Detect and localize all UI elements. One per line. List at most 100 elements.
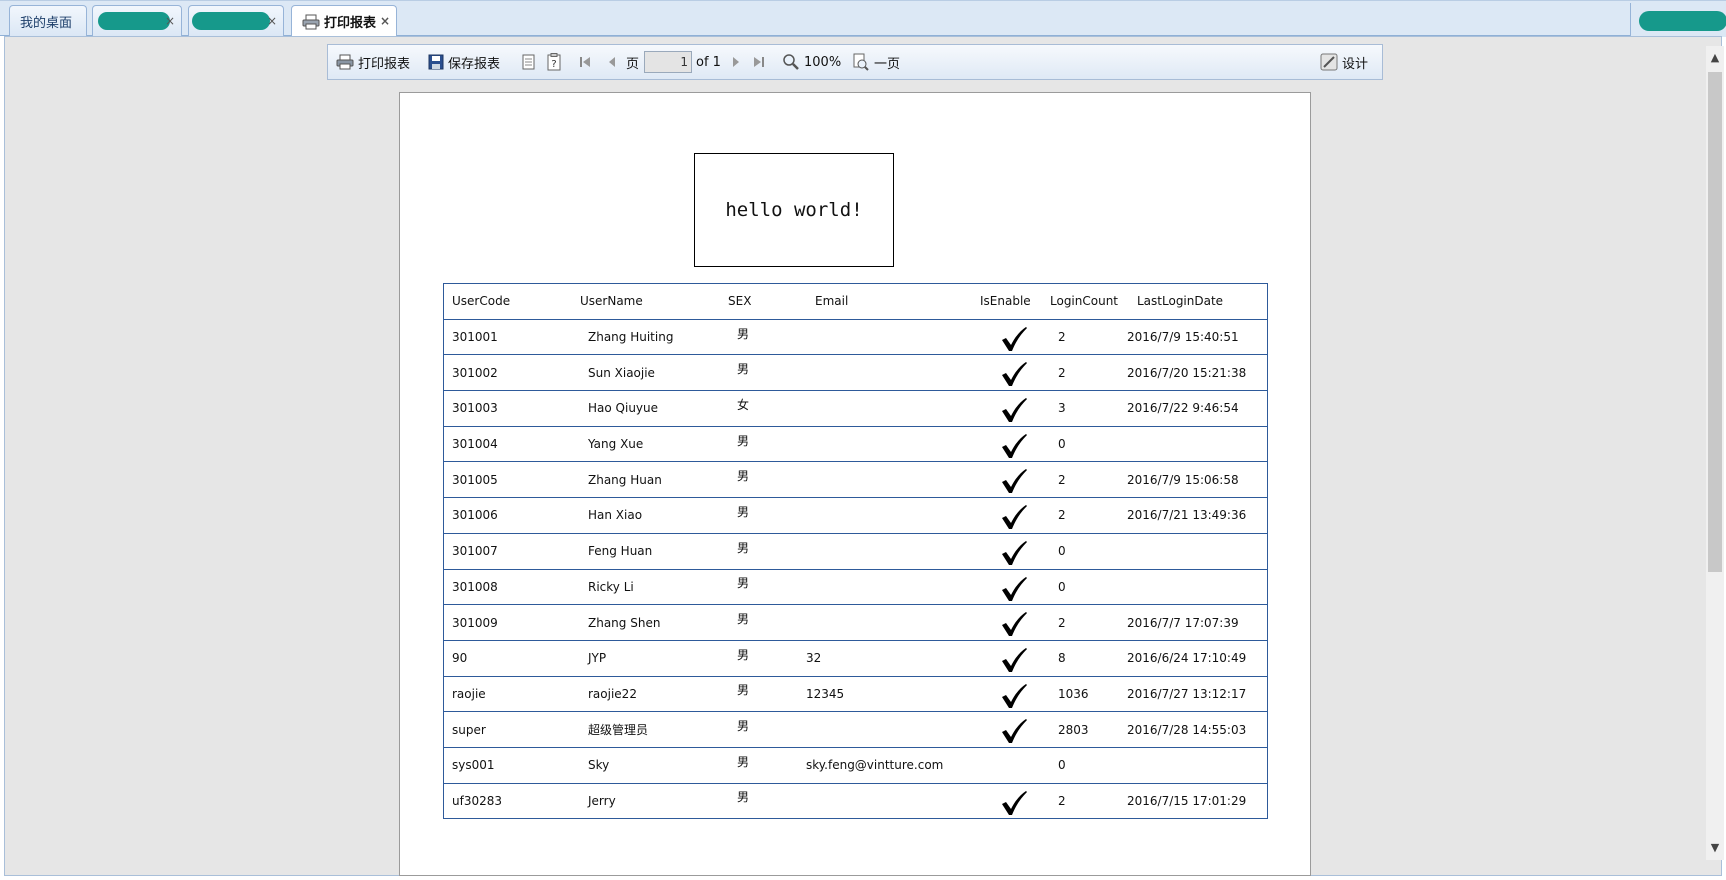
tab-redacted-2[interactable]: × (188, 5, 284, 36)
tab-print-report[interactable]: 打印报表 × (291, 5, 397, 37)
cell-sex: 男 (737, 683, 750, 698)
cell-sex: 男 (737, 469, 750, 484)
checkmark-icon (1002, 540, 1027, 565)
checkmark-icon (1002, 683, 1027, 708)
cell-sex: 男 (737, 540, 750, 555)
cell-user-code: 301002 (452, 365, 498, 380)
save-label: 保存报表 (448, 56, 501, 72)
cell-sex: 男 (737, 647, 750, 662)
table-row: 301007 Feng Huan 男 0 (444, 534, 1267, 570)
tab-label: 我的桌面 (20, 15, 73, 31)
magnifier-icon (783, 54, 799, 70)
cell-user-code: 301003 (452, 401, 498, 416)
cell-sex: 男 (737, 326, 750, 341)
redacted-label (192, 12, 270, 30)
close-icon[interactable]: × (380, 14, 390, 28)
cell-user-name: Zhang Shen (588, 615, 661, 630)
table-row: uf30283 Jerry 男 2 2016/7/15 17:01:29 (444, 784, 1267, 820)
page-setup-button[interactable] (520, 45, 540, 79)
cell-user-code: 90 (452, 651, 468, 666)
zoom-label: 100% (804, 54, 842, 70)
cell-user-name: Jerry (588, 793, 616, 808)
close-icon[interactable]: × (267, 14, 277, 28)
cell-sex: 女 (737, 397, 750, 412)
table-row: 301009 Zhang Shen 男 2 2016/7/7 17:07:39 (444, 605, 1267, 641)
cell-login-count: 3 (1058, 401, 1066, 416)
table-header-row: UserCode UserName SEX Email IsEnable Log… (444, 284, 1267, 320)
cell-sex: 男 (737, 504, 750, 519)
cell-user-name: Han Xiao (588, 508, 643, 523)
save-icon (428, 54, 444, 70)
cell-login-count: 2 (1058, 472, 1066, 487)
table-row: raojie raojie22 男 12345 1036 2016/7/27 13:12:… (444, 677, 1267, 713)
next-page-button[interactable] (730, 45, 746, 79)
page-number-input[interactable] (644, 51, 692, 73)
table-row: 90 JYP 男 32 8 2016/6/24 17:10:49 (444, 641, 1267, 677)
cell-login-count: 0 (1058, 579, 1066, 594)
checkmark-icon (1002, 576, 1027, 601)
cell-last-login: 2016/7/27 13:12:17 (1127, 686, 1247, 701)
column-header: SEX (728, 294, 752, 309)
svg-text:?: ? (551, 59, 556, 70)
cell-user-name: Sun Xiaojie (588, 365, 655, 380)
cell-user-name: Feng Huan (588, 544, 653, 559)
table-row: 301002 Sun Xiaojie 男 2 2016/7/20 15:21:38 (444, 355, 1267, 392)
cell-user-name: Hao Qiuyue (588, 401, 659, 416)
cell-email: sky.feng@vintture.com (806, 758, 944, 773)
checkmark-icon (1002, 326, 1027, 351)
page-setup-icon (522, 54, 535, 70)
scroll-thumb[interactable] (1708, 72, 1722, 572)
column-header: Email (815, 294, 849, 309)
first-page-button[interactable] (578, 45, 596, 79)
cell-login-count: 1036 (1058, 686, 1089, 701)
cell-last-login: 2016/6/24 17:10:49 (1127, 651, 1247, 666)
cell-last-login: 2016/7/9 15:40:51 (1127, 330, 1239, 345)
cell-login-count: 2 (1058, 615, 1066, 630)
checkmark-icon (1002, 469, 1027, 494)
report-page: hello world! UserCode UserName SEX Email… (399, 92, 1311, 876)
vertical-scrollbar[interactable]: ▲ ▼ (1706, 46, 1724, 860)
design-label: 设计 (1342, 56, 1369, 72)
cell-login-count: 0 (1058, 437, 1066, 452)
page-count: of 1 (696, 45, 721, 79)
checkmark-icon (1002, 647, 1027, 672)
cell-user-code: raojie (452, 686, 486, 701)
prev-page-button[interactable] (606, 45, 622, 79)
page-count-text: of 1 (696, 54, 721, 70)
design-button[interactable]: 设计 (1320, 45, 1368, 79)
print-report-button[interactable]: 打印报表 (336, 45, 410, 79)
save-report-button[interactable]: 保存报表 (428, 45, 500, 79)
cell-login-count: 2 (1058, 793, 1066, 808)
printer-icon (336, 54, 354, 70)
one-page-button[interactable]: 一页 (852, 45, 900, 79)
cell-user-name: Zhang Huan (588, 472, 662, 487)
checkmark-icon (1002, 433, 1027, 458)
column-header: UserName (580, 294, 643, 309)
cell-user-code: 301009 (452, 615, 498, 630)
page-number-field[interactable] (644, 45, 692, 79)
report-title: hello world! (725, 199, 863, 221)
cell-user-name: 超级管理员 (588, 723, 649, 738)
scroll-up-icon[interactable]: ▲ (1709, 52, 1721, 64)
cell-login-count: 8 (1058, 651, 1066, 666)
last-page-button[interactable] (752, 45, 770, 79)
cell-login-count: 2803 (1058, 722, 1089, 737)
help-button[interactable]: ? (546, 45, 566, 79)
scroll-down-icon[interactable]: ▼ (1709, 842, 1721, 854)
tab-label: 打印报表 (324, 16, 377, 31)
cell-user-name: Ricky Li (588, 579, 634, 594)
cell-last-login: 2016/7/9 15:06:58 (1127, 472, 1239, 487)
zoom-button[interactable]: 100% (782, 45, 841, 79)
tab-redacted-1[interactable]: × (92, 5, 182, 36)
table-row: sys001 Sky 男 sky.feng@vintture.com 0 (444, 748, 1267, 784)
tab-desktop[interactable]: 我的桌面 (9, 5, 87, 36)
cell-login-count: 2 (1058, 365, 1066, 380)
cell-user-code: 301006 (452, 508, 498, 523)
design-icon (1320, 53, 1338, 71)
cell-sex: 男 (737, 719, 750, 734)
close-icon[interactable]: × (165, 14, 175, 28)
cell-email: 32 (806, 651, 822, 666)
user-area[interactable] (1630, 3, 1726, 37)
cell-login-count: 2 (1058, 330, 1066, 345)
cell-sex: 男 (737, 433, 750, 448)
